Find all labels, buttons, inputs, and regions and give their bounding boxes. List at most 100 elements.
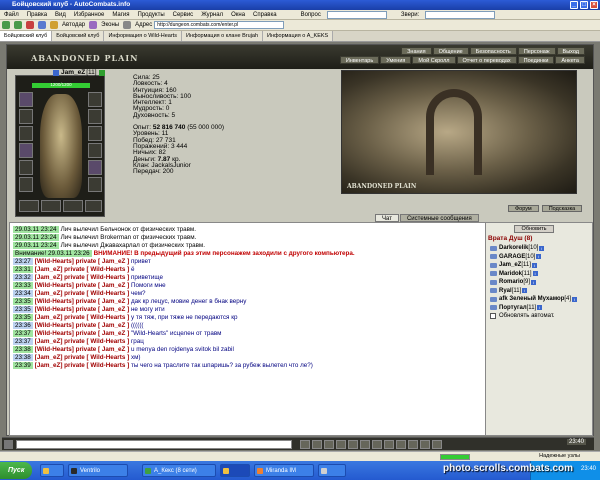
equip-slot-boots[interactable]	[88, 177, 102, 192]
private-icon[interactable]	[490, 305, 497, 310]
online-user[interactable]: Maridok [11] i	[490, 271, 538, 277]
private-icon[interactable]	[490, 279, 497, 285]
forward-icon[interactable]	[14, 21, 22, 29]
autodress-button[interactable]: Автодар	[62, 22, 85, 28]
tab-system-messages[interactable]: Системные сообщения	[399, 214, 479, 222]
character-name[interactable]: Jam_eZ	[61, 69, 85, 76]
menu-item-products[interactable]: Продукты	[134, 10, 169, 20]
back-icon[interactable]	[2, 21, 10, 29]
equip-slot-gloves[interactable]	[88, 160, 102, 175]
private-icon[interactable]	[396, 440, 406, 449]
equip-slot-belt[interactable]	[19, 160, 33, 175]
scroll-icon[interactable]	[372, 440, 382, 449]
message-timestamp[interactable]: 23:31	[13, 266, 33, 273]
task-akeks[interactable]: A_Кекс (8 сети)	[142, 464, 216, 477]
private-header[interactable]: [Wild-Hearts] private [ Jam_eZ ]	[35, 322, 129, 329]
private-header[interactable]: [Jam_eZ] private [ Wild-Hearts ]	[35, 274, 129, 281]
message-timestamp[interactable]: 29.03.11 23:24	[13, 226, 59, 233]
equip-slot-shield[interactable]	[88, 143, 102, 158]
user-name[interactable]: Jam_eZ	[499, 262, 521, 268]
user-name[interactable]: Португал	[499, 305, 527, 311]
menu-item-file[interactable]: Файл	[0, 10, 23, 20]
user-name[interactable]: GARAGE	[499, 254, 525, 260]
private-header[interactable]: [Wild-Hearts] private [ Jam_eZ ]	[35, 282, 129, 289]
exit-icon[interactable]	[432, 440, 442, 449]
tab-fightclub-1[interactable]: Бойцовский клуб	[0, 31, 53, 41]
private-icon[interactable]	[490, 262, 497, 268]
private-header[interactable]: [Jam_eZ] private [ Wild-Hearts ]	[35, 354, 129, 361]
private-header[interactable]: [Jam_eZ] private [ Wild-Hearts ]	[35, 290, 129, 297]
user-name[interactable]: Romario	[499, 279, 523, 285]
online-user[interactable]: Jam_eZ [11] i	[490, 262, 537, 268]
nav-inventory[interactable]: Инвентарь	[339, 56, 380, 64]
equip-slot-pocket-4[interactable]	[85, 200, 102, 212]
close-icon[interactable]: ×	[590, 1, 598, 9]
nav-my-scroll[interactable]: Мой Скролл	[412, 56, 456, 64]
equip-slot-pocket-1[interactable]	[19, 200, 39, 212]
user-name[interactable]: Maridok	[499, 271, 522, 277]
nav-knowledge[interactable]: Знания	[401, 47, 432, 55]
clear-icon[interactable]	[312, 440, 322, 449]
private-header[interactable]: [Wild-Hearts] private [ Jam_eZ ]	[35, 346, 129, 353]
stop-icon[interactable]	[26, 21, 34, 29]
private-icon[interactable]	[490, 288, 497, 293]
equip-slot-ring-2[interactable]	[88, 126, 102, 141]
chat-mode-icon[interactable]	[4, 440, 13, 449]
private-header[interactable]: [Wild-Hearts] private [ Jam_eZ ]	[35, 330, 129, 337]
send-icon[interactable]	[300, 440, 310, 449]
filter-icon[interactable]	[336, 440, 346, 449]
dress-icon[interactable]	[89, 21, 98, 29]
message-timestamp[interactable]: 23:38	[13, 346, 33, 353]
message-timestamp[interactable]: 23:33	[13, 282, 33, 289]
equip-slot-pocket-2[interactable]	[41, 200, 61, 212]
address-input[interactable]	[154, 21, 285, 29]
nav-skills[interactable]: Умения	[380, 56, 412, 64]
tab-info-akeks[interactable]: Информация о A_KEKS	[263, 31, 334, 41]
user-info-icon[interactable]: i	[537, 305, 543, 310]
private-icon[interactable]	[490, 245, 497, 251]
message-timestamp[interactable]: 29.03.11 23:24	[13, 242, 59, 249]
message-timestamp[interactable]: 23:37	[13, 330, 33, 337]
home-icon[interactable]	[50, 21, 58, 29]
online-user[interactable]: Ryal [11] i	[490, 288, 528, 294]
user-info-icon[interactable]: i	[531, 279, 537, 285]
sound-icon[interactable]	[360, 440, 370, 449]
private-icon[interactable]	[490, 254, 497, 259]
nav-profile[interactable]: Анкета	[555, 56, 585, 64]
refresh-icon[interactable]	[38, 21, 46, 29]
smiles-icon[interactable]	[324, 440, 334, 449]
nav-duels[interactable]: Поединки	[517, 56, 555, 64]
user-name[interactable]: afk Зеленый Мухамор	[499, 296, 564, 302]
equip-slot-bracers[interactable]	[19, 177, 33, 192]
timer-icon[interactable]	[408, 440, 418, 449]
message-timestamp[interactable]: 23:27	[13, 258, 33, 265]
question-input[interactable]	[326, 10, 387, 19]
tab-chat[interactable]: Чат	[375, 214, 399, 222]
menu-item-windows[interactable]: Окна	[227, 10, 249, 20]
refresh-button[interactable]: Обновить	[514, 225, 554, 233]
message-timestamp[interactable]: 23:38	[13, 354, 33, 361]
task-miranda[interactable]: Miranda IM	[254, 464, 314, 477]
maximize-icon[interactable]: □	[580, 1, 588, 9]
tab-info-clan-brujah[interactable]: Информация о клане Brujah	[181, 31, 264, 41]
equip-slot-weapon[interactable]	[19, 126, 33, 141]
private-icon[interactable]	[490, 296, 497, 302]
user-name[interactable]: Ryal	[499, 288, 512, 294]
message-timestamp[interactable]: 23:32	[13, 274, 33, 281]
info-icon[interactable]	[98, 69, 105, 76]
private-header[interactable]: [Jam_eZ] private [ Wild-Hearts ]	[35, 314, 129, 321]
nav-security[interactable]: Безопасность	[469, 47, 517, 55]
nav-exit[interactable]: Выход	[556, 47, 585, 55]
private-header[interactable]: [Jam_eZ] private [ Wild-Hearts ]	[35, 266, 129, 273]
user-info-icon[interactable]: i	[572, 296, 578, 302]
chat-input[interactable]	[16, 440, 292, 449]
menu-item-view[interactable]: Вид	[51, 10, 70, 20]
private-header[interactable]: [Jam_eZ] private [ Wild-Hearts ]	[35, 338, 129, 345]
online-user[interactable]: GARAGE [10] i	[490, 254, 542, 260]
task-browser[interactable]	[40, 464, 64, 477]
private-header[interactable]: [Wild-Hearts] private [ Jam_eZ ]	[35, 306, 129, 313]
translit-icon[interactable]	[348, 440, 358, 449]
tab-fightclub-2[interactable]: Бойцовский клуб	[52, 31, 105, 41]
minimize-icon[interactable]: _	[570, 1, 578, 9]
message-timestamp[interactable]: Внимание! 29.03.11 23:26	[13, 250, 92, 257]
